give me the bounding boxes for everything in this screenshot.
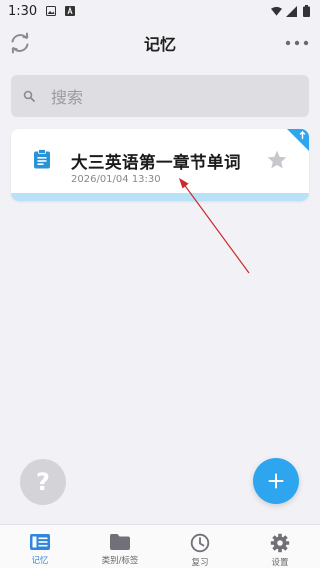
search-icon bbox=[23, 90, 35, 102]
memo-card[interactable]: 大三英语第一章节单词 2026/01/04 13:30 bbox=[11, 129, 309, 201]
nav-label: 记忆 bbox=[31, 556, 49, 566]
more-dots-icon bbox=[285, 40, 309, 46]
bottom-nav: 记忆 类别/标签 复习 设置 bbox=[0, 524, 320, 568]
memo-title: 大三英语第一章节单词 bbox=[71, 153, 241, 172]
nav-label: 类别/标签 bbox=[101, 556, 139, 566]
nav-label: 设置 bbox=[271, 558, 289, 568]
image-notification-icon bbox=[45, 6, 56, 17]
refresh-button[interactable] bbox=[6, 29, 34, 57]
refresh-icon bbox=[11, 32, 29, 54]
help-label: ? bbox=[36, 468, 50, 496]
gear-icon bbox=[270, 533, 290, 553]
nav-label: 复习 bbox=[191, 558, 209, 568]
more-options-button[interactable] bbox=[282, 29, 312, 57]
wifi-icon bbox=[271, 6, 282, 17]
signal-icon bbox=[286, 5, 297, 17]
clipboard-icon bbox=[33, 149, 51, 173]
clock-icon bbox=[190, 533, 210, 553]
nav-item-review[interactable]: 复习 bbox=[160, 525, 240, 568]
nav-item-category[interactable]: 类别/标签 bbox=[80, 525, 160, 568]
help-button[interactable]: ? bbox=[20, 459, 66, 505]
search-placeholder: 搜索 bbox=[51, 88, 84, 107]
card-bottom-strip bbox=[11, 193, 309, 201]
plus-icon bbox=[268, 473, 284, 489]
page-title: 记忆 bbox=[143, 35, 176, 54]
memo-date: 2026/01/04 13:30 bbox=[71, 174, 161, 185]
pin-badge-icon bbox=[287, 129, 309, 151]
status-right bbox=[271, 5, 312, 17]
folder-icon bbox=[110, 534, 130, 550]
star-icon[interactable] bbox=[266, 149, 288, 171]
nav-item-memory[interactable]: 记忆 bbox=[0, 525, 80, 568]
memo-icon bbox=[30, 534, 50, 550]
battery-icon bbox=[301, 5, 312, 17]
nav-item-settings[interactable]: 设置 bbox=[240, 525, 320, 568]
status-time: 1:30 bbox=[8, 3, 38, 19]
header: 记忆 bbox=[0, 24, 320, 62]
status-bar: 1:30 bbox=[0, 0, 320, 22]
status-left: 1:30 bbox=[8, 4, 75, 19]
search-input[interactable]: 搜索 bbox=[11, 75, 309, 117]
text-notification-icon bbox=[64, 6, 75, 17]
add-button[interactable] bbox=[253, 458, 299, 504]
